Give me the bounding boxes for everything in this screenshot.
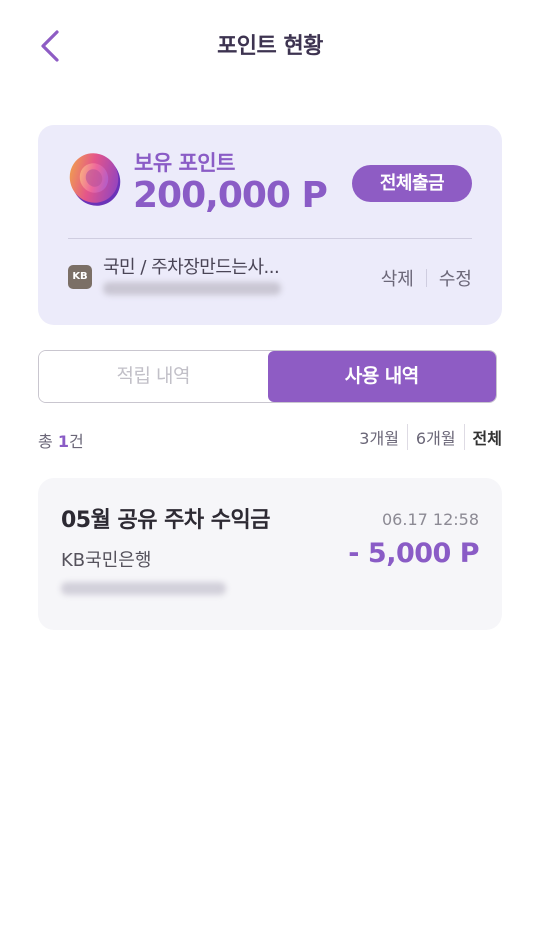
delete-account-button[interactable]: 삭제 <box>381 265 414 291</box>
total-count-suffix: 건 <box>68 432 84 451</box>
transaction-title: 05월 공유 주차 수익금 <box>61 508 271 533</box>
period-all[interactable]: 전체 <box>473 425 502 449</box>
account-actions: 삭제 수정 <box>381 265 472 291</box>
transaction-bank: KB국민은행 <box>61 550 152 571</box>
period-3-months[interactable]: 3개월 <box>359 425 399 449</box>
point-balance: 200,000 P <box>133 175 328 216</box>
total-count: 총 1건 <box>38 428 84 452</box>
divider <box>406 424 408 450</box>
transaction-item[interactable]: 05월 공유 주차 수익금 06.17 12:58 KB국민은행 - 5,000… <box>38 478 502 630</box>
total-count-number: 1 <box>57 432 69 451</box>
coin-icon <box>68 149 124 209</box>
page-title: 포인트 현황 <box>217 34 323 59</box>
tab-earn-history[interactable]: 적립 내역 <box>39 351 268 402</box>
divider <box>425 269 427 287</box>
account-name: 국민 / 주차장만드는사... <box>103 257 280 278</box>
divider <box>463 424 465 450</box>
period-filter: 3개월 6개월 전체 <box>359 424 502 450</box>
withdraw-all-button[interactable]: 전체출금 <box>352 165 472 202</box>
point-status-page: 포인트 현황 보유 포인트 200,000 P 전체출금 KB 국민 / 주차장… <box>0 0 540 937</box>
transaction-datetime: 06.17 12:58 <box>382 510 479 529</box>
period-6-months[interactable]: 6개월 <box>416 425 456 449</box>
header: 포인트 현황 <box>0 0 540 90</box>
tab-use-history[interactable]: 사용 내역 <box>267 351 496 402</box>
transaction-account-blurred <box>61 582 226 595</box>
account-number-blurred <box>103 282 281 295</box>
transaction-amount: - 5,000 P <box>348 538 479 569</box>
point-label: 보유 포인트 <box>134 151 235 175</box>
total-count-prefix: 총 <box>38 432 58 451</box>
point-card: 보유 포인트 200,000 P 전체출금 KB 국민 / 주차장만드는사...… <box>38 125 502 325</box>
history-tabs: 적립 내역 사용 내역 <box>38 350 497 403</box>
divider <box>68 238 472 239</box>
edit-account-button[interactable]: 수정 <box>439 265 472 291</box>
bank-logo-icon: KB <box>68 265 92 289</box>
